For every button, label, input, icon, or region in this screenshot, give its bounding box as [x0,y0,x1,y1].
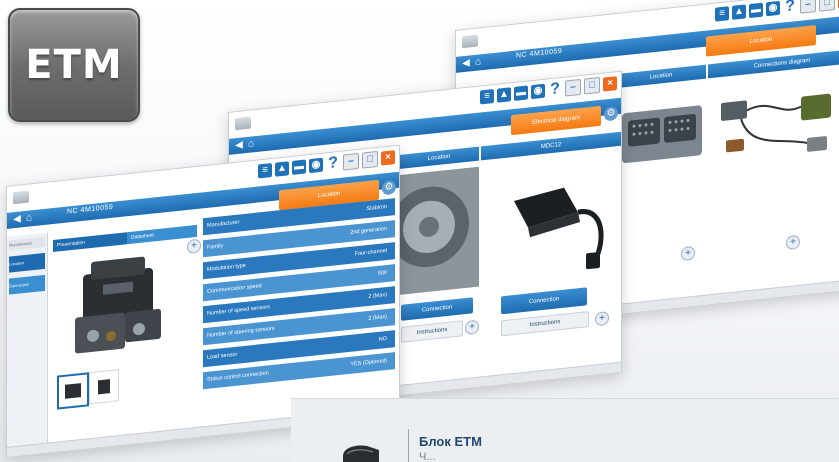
row-value: 2nd generation [350,225,387,236]
window-middle-panel-right-title: MDC12 [481,131,621,161]
back-arrow-icon[interactable]: ◀ [11,213,23,226]
maximize-icon[interactable]: □ [819,0,835,12]
add-icon[interactable]: + [681,245,695,262]
maximize-icon[interactable]: □ [584,76,600,95]
window-middle-right-instructions-button[interactable]: Instructions [501,311,589,337]
help-icon[interactable]: ? [548,80,562,98]
row-key: Modulation type [207,262,246,273]
maximize-icon[interactable]: □ [362,150,378,169]
brake-disc-image [399,166,479,296]
home-icon[interactable]: ⌂ [23,212,35,225]
home-icon[interactable]: ⌂ [245,138,257,151]
row-value: 2 (Max) [368,291,387,300]
sidebar-item[interactable]: Manufacturer [9,236,45,251]
home-icon[interactable]: ⌂ [472,56,484,69]
row-key: Number of steering sensors [207,325,275,339]
zoom-icon[interactable]: + [187,238,201,254]
etm-logo-text: ETM [25,42,123,88]
product-name: Блок ETM [419,434,482,449]
row-value: NO [378,335,387,343]
row-key: Manufacturer [207,219,240,229]
print-icon[interactable]: ▬ [292,159,306,175]
window-back-panel-left-title: Location [616,64,706,89]
car-icon[interactable]: ▲ [275,161,289,177]
row-key: Load sensor [207,351,238,361]
list-icon[interactable]: ≡ [480,89,494,105]
row-value: Four-channel [354,247,387,258]
row-key: Family [207,243,224,251]
window-front-sidebar: Manufacturer Location Connection [7,232,48,447]
app-logo-icon [462,34,478,49]
camera-icon[interactable]: ◉ [766,0,780,17]
settings-gear-icon[interactable]: ⚙ [604,106,618,122]
row-value: YES (Optional) [350,357,387,368]
back-arrow-icon[interactable]: ◀ [233,139,245,152]
car-icon[interactable]: ▲ [497,87,511,103]
tab-presentation[interactable]: Presentation [53,232,127,253]
product-description: Ч... [419,451,436,462]
thumbnail-1-image [65,383,81,399]
close-icon[interactable]: × [381,150,395,166]
etm-device-image [343,445,379,462]
card-divider [408,429,409,462]
window-middle-left-connection-button[interactable]: Connection [401,297,473,321]
camera-icon[interactable]: ◉ [531,83,545,100]
list-icon[interactable]: ≡ [715,6,729,22]
sidebar-item-active[interactable]: Location [9,252,45,273]
window-middle-panel-left-title: Location [399,146,479,170]
sidebar-item[interactable]: Connection [9,274,45,295]
add-icon[interactable]: + [595,310,609,327]
datasheet-table: Manufacturer Stabiron Family 2nd generat… [203,198,395,398]
settings-gear-icon[interactable]: ⚙ [382,180,396,196]
add-icon[interactable]: + [465,319,479,336]
close-icon[interactable]: × [603,76,617,92]
thumbnail-2[interactable] [89,369,119,405]
promo-screen: ETM ≡ ▲ ▬ ◉ ? – □ × ◀ ⌂ NC 4M10059 Locat… [0,0,839,462]
tab-datasheet[interactable]: Datasheet [127,224,197,245]
print-icon[interactable]: ▬ [749,2,763,19]
help-icon[interactable]: ? [783,0,797,15]
row-value: 2 (Max) [368,313,387,322]
camera-icon[interactable]: ◉ [309,157,323,174]
minimize-icon[interactable]: – [343,152,359,171]
app-logo-icon [235,116,251,131]
etm-app-icon[interactable]: ETM [8,8,140,122]
row-key: Status control connection [207,370,269,383]
minimize-icon[interactable]: – [565,78,581,97]
minimize-icon[interactable]: – [800,0,816,14]
obd-connector-image [514,187,604,270]
help-icon[interactable]: ? [326,154,340,172]
row-value: 500 [377,269,387,277]
car-icon[interactable]: ▲ [732,4,746,20]
thumbnail-1[interactable] [57,372,89,410]
print-icon[interactable]: ▬ [514,85,528,101]
row-key: Communication speed [207,283,262,295]
row-key: Number of speed sensors [207,304,270,317]
row-value: Stabiron [366,203,388,213]
list-icon[interactable]: ≡ [258,163,272,179]
window-back-title: NC 4M10059 [516,47,563,60]
thumbnail-2-image [98,379,110,395]
back-arrow-icon[interactable]: ◀ [460,57,472,70]
modulator-product-image [75,256,161,354]
window-middle-left-instructions-button[interactable]: Instructions [401,320,463,343]
window-front-title: NC 4M10059 [67,203,114,216]
ecu-connector-image [622,105,702,164]
app-logo-icon [13,190,29,205]
add-icon[interactable]: + [786,234,800,251]
product-info-card: Блок ETM Ч... [291,398,839,462]
window-middle-right-connection-button[interactable]: Connection [501,287,587,315]
cable-harness-image [721,93,831,153]
